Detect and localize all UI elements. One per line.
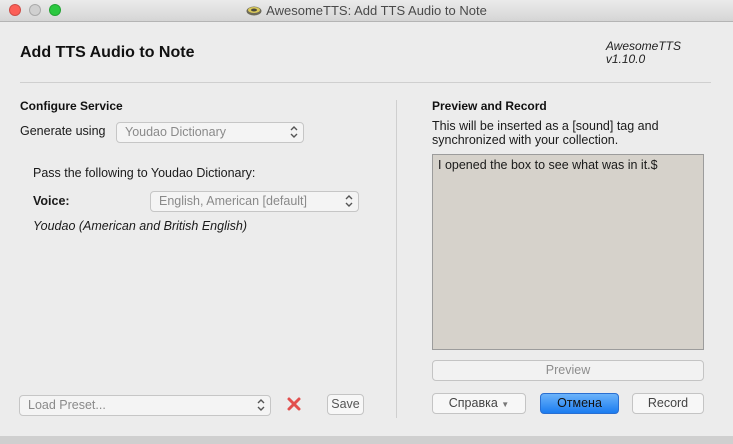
help-button-label: Справка <box>448 396 498 410</box>
voice-select[interactable]: English, American [default] <box>150 191 359 212</box>
configure-service-heading: Configure Service <box>20 99 123 113</box>
brand-version: v1.10.0 <box>605 52 646 66</box>
background-window-strip <box>0 436 733 444</box>
voice-label: Voice: <box>33 194 70 208</box>
pass-following-label: Pass the following to Youdao Dictionary: <box>33 166 256 180</box>
dialog-heading: Add TTS Audio to Note <box>20 44 195 61</box>
service-select-value: Youdao Dictionary <box>125 125 226 139</box>
load-preset-value: Load Preset... <box>28 398 106 412</box>
service-description: Youdao (American and British English) <box>33 219 248 233</box>
help-button[interactable]: Справка ▼ <box>432 393 526 414</box>
title-bar[interactable]: AwesomeTTS: Add TTS Audio to Note <box>0 0 733 22</box>
preview-record-heading: Preview and Record <box>432 99 547 113</box>
select-arrows-icon <box>257 399 265 411</box>
brand-block: AwesomeTTS v1.10.0 <box>606 40 681 66</box>
window-title-container: AwesomeTTS: Add TTS Audio to Note <box>0 3 733 18</box>
app-icon <box>246 6 262 16</box>
preview-text-area[interactable]: I opened the box to see what was in it.$ <box>432 154 704 350</box>
select-arrows-icon <box>345 195 353 207</box>
window-title: AwesomeTTS: Add TTS Audio to Note <box>266 3 487 18</box>
cancel-button[interactable]: Отмена <box>540 393 619 414</box>
preview-description: This will be inserted as a [sound] tag a… <box>432 119 659 147</box>
save-preset-button[interactable]: Save <box>327 394 364 415</box>
header-divider <box>20 82 711 83</box>
chevron-down-icon: ▼ <box>501 400 510 409</box>
dialog-window: AwesomeTTS: Add TTS Audio to Note Add TT… <box>0 0 733 444</box>
record-button[interactable]: Record <box>632 393 704 414</box>
voice-select-value: English, American [default] <box>159 194 307 208</box>
preview-button[interactable]: Preview <box>432 360 704 381</box>
service-select[interactable]: Youdao Dictionary <box>116 122 304 143</box>
select-arrows-icon <box>290 126 298 138</box>
column-divider <box>396 100 397 418</box>
load-preset-select[interactable]: Load Preset... <box>19 395 271 416</box>
delete-preset-icon[interactable] <box>286 396 302 412</box>
generate-using-label: Generate using <box>20 124 106 138</box>
